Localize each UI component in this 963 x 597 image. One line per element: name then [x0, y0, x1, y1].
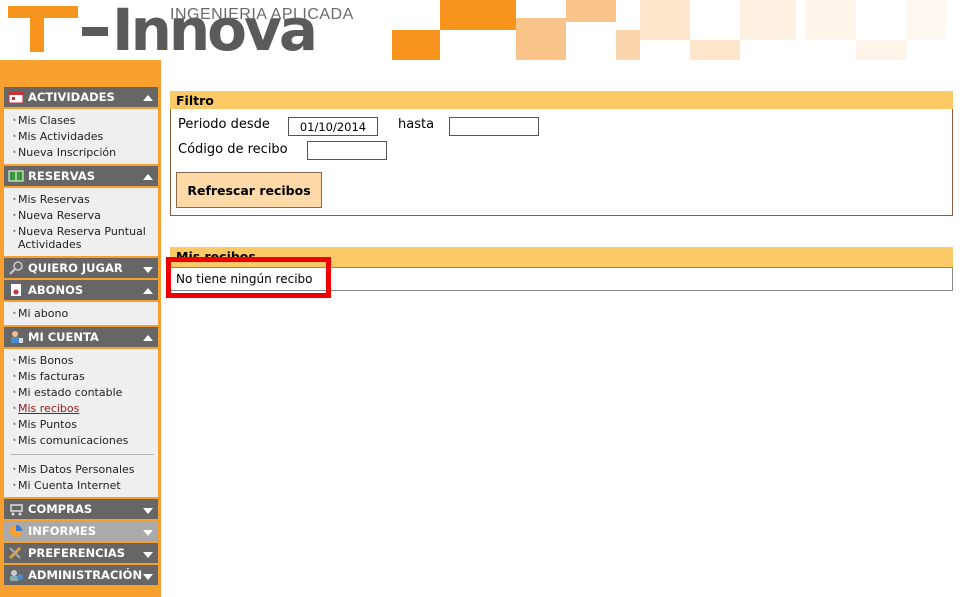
logo-dash — [82, 27, 108, 36]
sidebar-item-mis-reservas[interactable]: • Mis Reservas — [4, 191, 158, 207]
user-icon — [8, 330, 24, 344]
expand-arrow-icon[interactable] — [143, 574, 153, 580]
receipt-code-label: Código de recibo — [178, 142, 288, 157]
racket-icon — [8, 261, 24, 275]
logo-tagline: INGENIERIA APLICADA — [170, 6, 354, 23]
chart-icon — [8, 524, 24, 538]
sidebar-item-mi-estado-contable[interactable]: • Mi estado contable — [4, 384, 158, 400]
collapse-arrow-icon[interactable] — [143, 95, 153, 101]
header-decoration — [616, 30, 640, 60]
main-content: Filtro Periodo desde hasta Código de rec… — [166, 60, 963, 597]
sidebar-item-label: Mis Reservas — [18, 192, 90, 206]
sidebar-item-nueva-reserva-puntual-actividades[interactable]: • Nueva Reserva Puntual Actividades — [4, 223, 158, 252]
sidebar-item-mis-recibos[interactable]: • Mis recibos — [4, 400, 158, 416]
header-decoration — [906, 0, 946, 40]
sidebar-section-mi-cuenta[interactable]: MI CUENTA — [4, 327, 158, 349]
expand-arrow-icon[interactable] — [143, 530, 153, 536]
sidebar-menu: ACTIVIDADES • Mis Clases • Mis Actividades • N… — [4, 87, 158, 587]
sidebar-item-mis-facturas[interactable]: • Mis facturas — [4, 368, 158, 384]
header-decoration — [392, 30, 440, 60]
menu-divider — [10, 454, 154, 455]
header-decoration — [806, 0, 856, 40]
header-decoration — [740, 0, 796, 40]
sidebar-item-mi-cuenta-internet[interactable]: • Mi Cuenta Internet — [4, 477, 158, 493]
sidebar-item-mis-clases[interactable]: • Mis Clases — [4, 112, 158, 128]
sidebar-item-label: Mi Cuenta Internet — [18, 478, 121, 492]
header-decoration — [640, 0, 690, 40]
sidebar-item-label: Mis Puntos — [18, 417, 77, 431]
court-icon — [8, 169, 24, 183]
sidebar-item-mis-comunicaciones[interactable]: • Mis comunicaciones — [4, 432, 158, 448]
sidebar-item-mis-datos-personales[interactable]: • Mis Datos Personales — [4, 461, 158, 477]
sidebar-section-items: • Mis Reservas • Nueva Reserva • Nueva Reserv… — [4, 188, 158, 258]
header-decoration — [566, 0, 616, 22]
sidebar-item-label: Mis Actividades — [18, 129, 104, 143]
sidebar-item-nueva-reserva[interactable]: • Nueva Reserva — [4, 207, 158, 223]
sidebar: ACTIVIDADES • Mis Clases • Mis Actividades • N… — [0, 60, 161, 597]
collapse-arrow-icon[interactable] — [143, 288, 153, 294]
sidebar-item-mis-puntos[interactable]: • Mis Puntos — [4, 416, 158, 432]
sidebar-section-title: ADMINISTRACIÓN — [28, 568, 143, 582]
sidebar-item-nueva-inscripci-n[interactable]: • Nueva Inscripción — [4, 144, 158, 160]
header-decoration — [690, 40, 740, 60]
header-decoration — [516, 18, 566, 60]
period-to-input[interactable] — [449, 117, 539, 136]
filter-panel: Periodo desde hasta Código de recibo Ref… — [170, 109, 953, 216]
sidebar-section-actividades[interactable]: ACTIVIDADES — [4, 87, 158, 109]
collapse-arrow-icon[interactable] — [143, 174, 153, 180]
sidebar-item-mis-bonos[interactable]: • Mis Bonos — [4, 352, 158, 368]
highlight-box — [166, 257, 331, 298]
sidebar-section-preferencias[interactable]: PREFERENCIAS — [4, 543, 158, 565]
sidebar-section-administraci-n[interactable]: ADMINISTRACIÓN — [4, 565, 158, 587]
period-from-label: Periodo desde — [178, 117, 270, 132]
cart-icon — [8, 502, 24, 516]
sidebar-section-items: • Mi abono — [4, 302, 158, 327]
filter-panel-title: Filtro — [170, 91, 953, 109]
sidebar-item-label: Nueva Reserva — [18, 208, 101, 222]
sidebar-item-label: Mis Clases — [18, 113, 76, 127]
collapse-arrow-icon[interactable] — [143, 335, 153, 341]
sidebar-section-items: • Mis Clases • Mis Actividades • Nueva Inscri… — [4, 109, 158, 166]
sidebar-section-informes[interactable]: INFORMES — [4, 521, 158, 543]
sidebar-section-title: INFORMES — [28, 524, 96, 538]
expand-arrow-icon[interactable] — [143, 508, 153, 514]
sidebar-section-abonos[interactable]: ABONOS — [4, 280, 158, 302]
header-decoration — [856, 40, 906, 60]
sidebar-item-label: Mis Datos Personales — [18, 462, 135, 476]
tools-icon — [8, 546, 24, 560]
app-header: Innova INGENIERIA APLICADA — [0, 0, 963, 60]
sidebar-section-title: PREFERENCIAS — [28, 546, 126, 560]
sidebar-section-title: RESERVAS — [28, 169, 96, 183]
sidebar-item-mi-abono[interactable]: • Mi abono — [4, 305, 158, 321]
period-from-input[interactable] — [288, 117, 378, 136]
sidebar-section-reservas[interactable]: RESERVAS — [4, 166, 158, 188]
sidebar-item-label: Mi estado contable — [18, 385, 123, 399]
period-to-label: hasta — [398, 117, 435, 132]
sidebar-section-title: ACTIVIDADES — [28, 90, 115, 104]
sidebar-section-title: COMPRAS — [28, 502, 93, 516]
receipt-code-input[interactable] — [307, 141, 387, 160]
sidebar-item-label: Mis facturas — [18, 369, 85, 383]
calendar-icon — [8, 90, 24, 104]
refresh-receipts-button[interactable]: Refrescar recibos — [176, 172, 322, 208]
sidebar-section-title: MI CUENTA — [28, 330, 99, 344]
sidebar-item-mis-actividades[interactable]: • Mis Actividades — [4, 128, 158, 144]
sidebar-item-label: Mis Bonos — [18, 353, 74, 367]
logo-t-letter — [8, 6, 78, 52]
sidebar-section-title: QUIERO JUGAR — [28, 261, 123, 275]
sidebar-section-items: • Mis Bonos • Mis facturas • Mi estado contab… — [4, 349, 158, 499]
sidebar-item-label: Nueva Reserva Puntual Actividades — [18, 224, 146, 251]
expand-arrow-icon[interactable] — [143, 267, 153, 273]
sidebar-item-label: Mis recibos — [18, 401, 80, 415]
sidebar-item-label: Nueva Inscripción — [18, 145, 117, 159]
card-icon — [8, 283, 24, 297]
sidebar-item-label: Mis comunicaciones — [18, 433, 129, 447]
sidebar-section-quiero-jugar[interactable]: QUIERO JUGAR — [4, 258, 158, 280]
header-decoration — [440, 0, 516, 30]
expand-arrow-icon[interactable] — [143, 552, 153, 558]
sidebar-item-label: Mi abono — [18, 306, 69, 320]
sidebar-section-title: ABONOS — [28, 283, 84, 297]
admin-icon — [8, 568, 24, 582]
sidebar-section-compras[interactable]: COMPRAS — [4, 499, 158, 521]
